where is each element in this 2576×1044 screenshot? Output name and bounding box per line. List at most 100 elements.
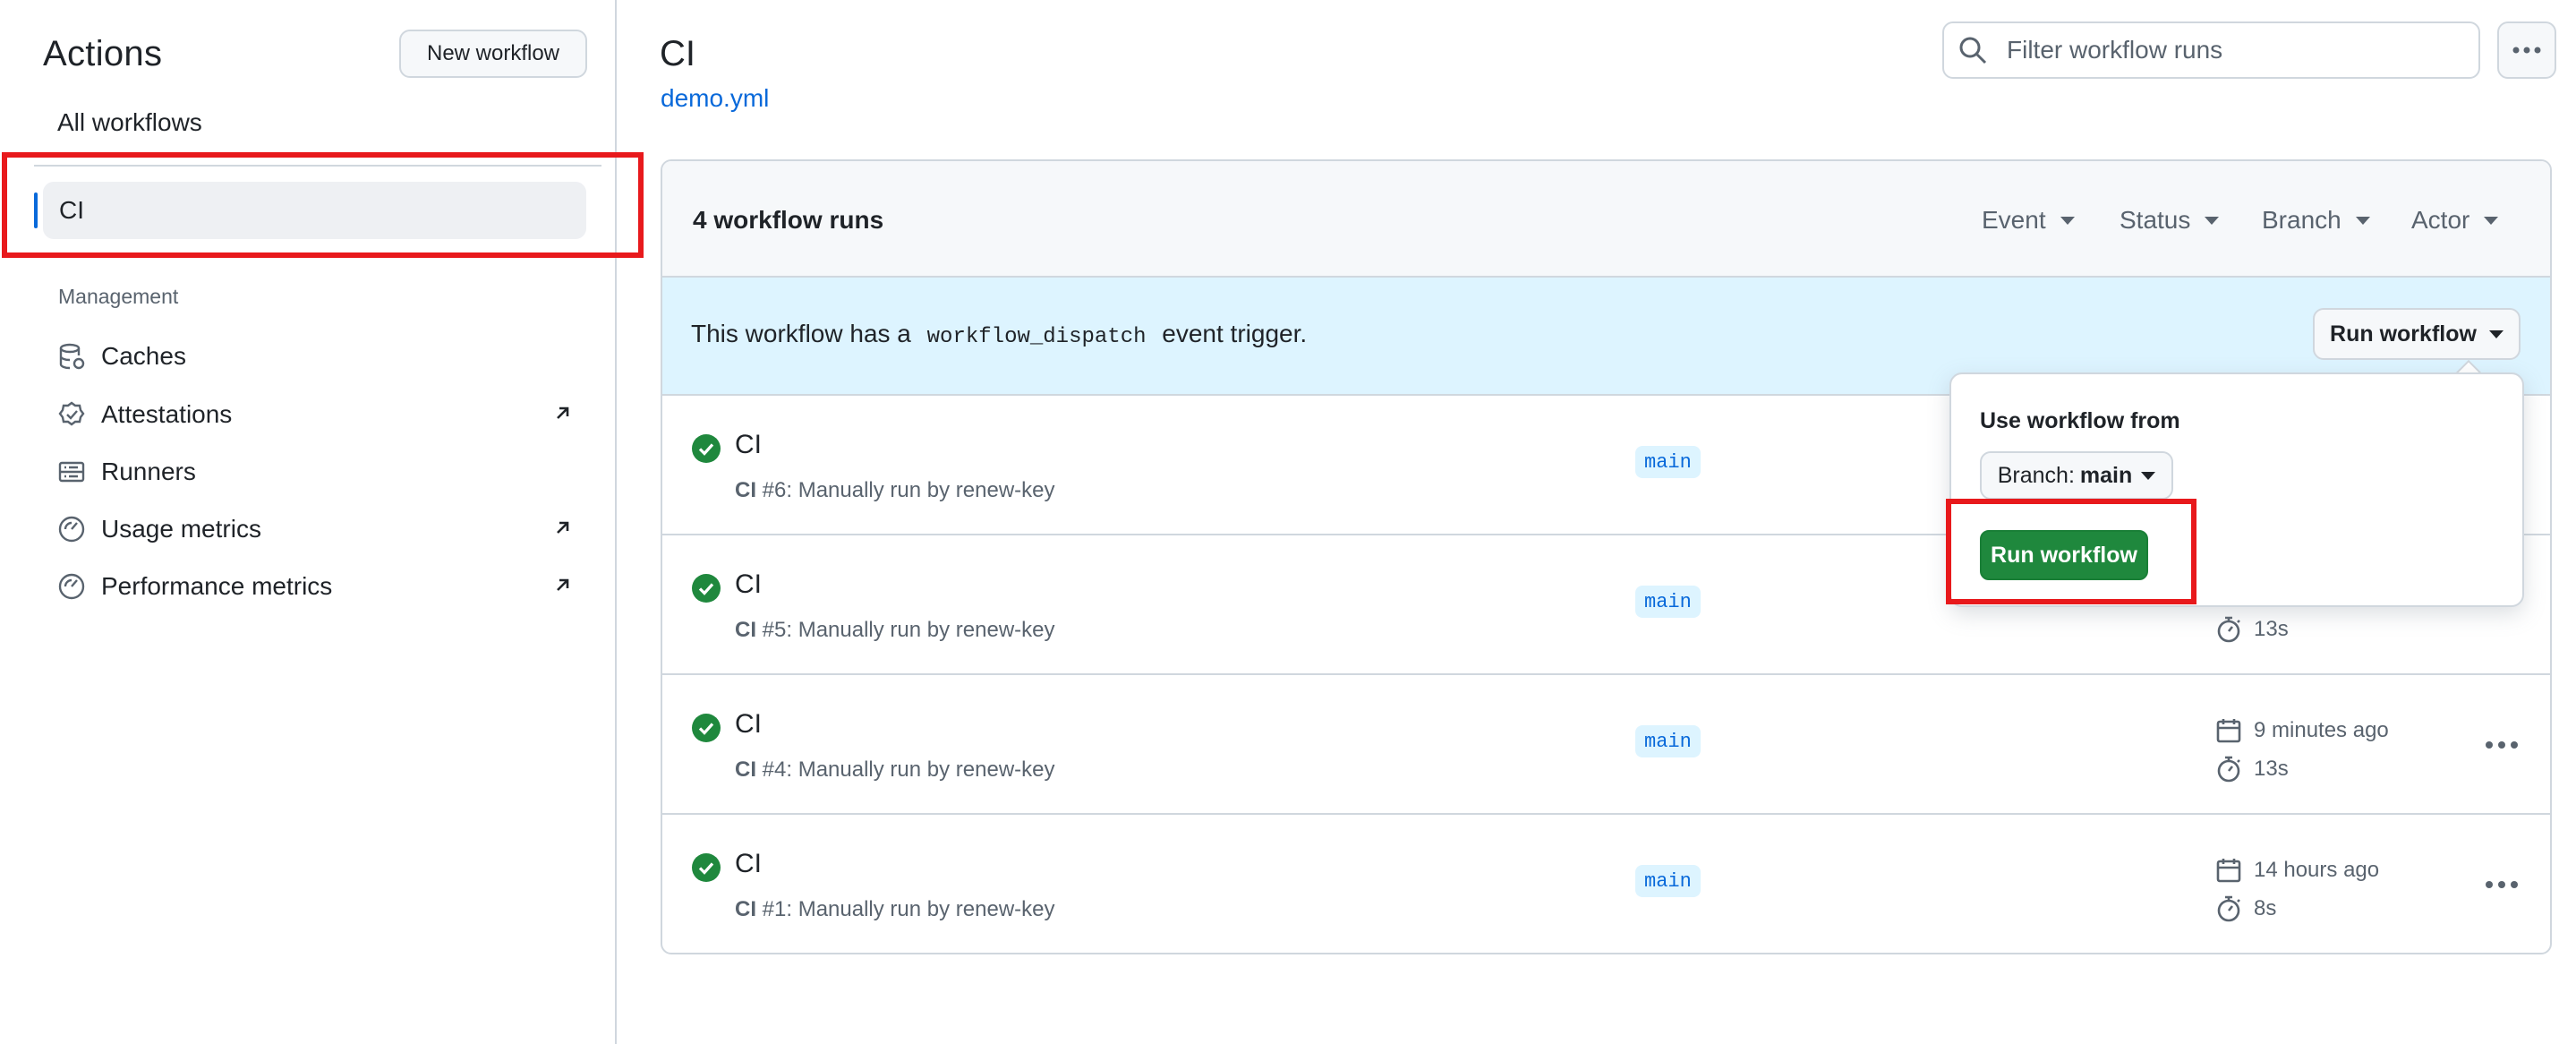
table-row[interactable]: CI CI #4: Manually run by renew-key main… — [662, 675, 2550, 815]
caret-down-icon — [2484, 216, 2499, 225]
run-subtitle: CI #6: Manually run by renew-key — [735, 478, 1055, 503]
run-workflow-name: CI — [735, 478, 756, 502]
caret-down-icon — [2060, 216, 2075, 225]
run-workflow-dropdown-button[interactable]: Run workflow — [2313, 308, 2521, 360]
sidebar-title: Actions — [43, 34, 163, 73]
kebab-horizontal-icon — [2512, 47, 2541, 54]
run-duration: 13s — [2214, 615, 2289, 644]
runs-header: 4 workflow runs Event Status Branch Acto… — [662, 161, 2550, 278]
sidebar-item-label: CI — [59, 196, 84, 224]
duration-text: 8s — [2254, 896, 2277, 920]
run-title[interactable]: CI — [735, 849, 762, 879]
check-circle-icon — [692, 853, 721, 882]
run-workflow-name: CI — [735, 618, 756, 642]
run-subtitle: CI #1: Manually run by renew-key — [735, 897, 1055, 922]
sidebar-item-all-workflows[interactable]: All workflows — [57, 108, 202, 137]
sidebar-item-runners[interactable]: Runners — [56, 454, 576, 490]
kebab-horizontal-icon — [2486, 880, 2518, 888]
caret-down-icon — [2205, 216, 2220, 225]
database-icon — [56, 341, 87, 372]
run-detail: #4: Manually run by renew-key — [762, 757, 1055, 782]
run-workflow-name: CI — [735, 757, 756, 782]
sidebar-item-attestations[interactable]: Attestations — [56, 397, 576, 432]
branch-prefix: Branch: — [1997, 462, 2075, 488]
status-filter-dropdown[interactable]: Status — [2120, 206, 2220, 235]
run-workflow-name: CI — [735, 897, 756, 921]
run-workflow-dropdown: Use workflow from Branch: main Run workfl… — [1949, 372, 2524, 607]
verified-icon — [56, 399, 87, 430]
sidebar-item-label: Caches — [101, 342, 186, 370]
runs-count: 4 workflow runs — [693, 206, 884, 234]
selected-indicator — [34, 193, 38, 228]
sidebar-item-label: Usage metrics — [101, 515, 261, 543]
row-options-button[interactable] — [2479, 727, 2524, 763]
search-icon — [1959, 37, 1987, 64]
run-detail: #5: Manually run by renew-key — [762, 618, 1055, 642]
calendar-icon — [2216, 719, 2241, 743]
duration-text: 13s — [2254, 757, 2289, 781]
filter-label: Branch — [2262, 206, 2341, 234]
page-title: CI — [660, 34, 695, 73]
run-duration: 8s — [2214, 894, 2276, 923]
dropdown-title: Use workflow from — [1980, 408, 2180, 433]
run-workflow-label: Run workflow — [2330, 321, 2477, 347]
branch-badge[interactable]: main — [1635, 865, 1701, 897]
run-detail: #6: Manually run by renew-key — [762, 478, 1055, 502]
stopwatch-icon — [2217, 756, 2240, 783]
run-subtitle: CI #4: Manually run by renew-key — [735, 757, 1055, 783]
sidebar-item-label: Attestations — [101, 400, 233, 428]
run-workflow-button[interactable]: Run workflow — [1980, 530, 2148, 580]
sidebar-item-ci[interactable]: CI — [43, 182, 586, 239]
sidebar-item-performance-metrics[interactable]: Performance metrics — [56, 569, 576, 604]
branch-badge[interactable]: main — [1635, 586, 1701, 618]
stopwatch-icon — [2217, 616, 2240, 643]
branch-select-button[interactable]: Branch: main — [1980, 451, 2173, 500]
sidebar-item-label: Performance metrics — [101, 572, 333, 600]
filter-placeholder: Filter workflow runs — [2007, 36, 2223, 64]
workflow-file-link[interactable]: demo.yml — [661, 84, 769, 113]
external-link-icon — [557, 406, 569, 419]
sidebar: Actions New workflow All workflows CI Ma… — [0, 0, 644, 1044]
run-detail: #1: Manually run by renew-key — [762, 897, 1055, 921]
check-circle-icon — [692, 714, 721, 742]
run-duration: 13s — [2214, 755, 2289, 783]
server-icon — [56, 457, 87, 487]
stopwatch-icon — [2217, 895, 2240, 922]
external-link-icon — [557, 578, 569, 591]
run-timestamp: 14 hours ago — [2214, 856, 2379, 885]
caret-down-icon — [2488, 329, 2503, 338]
dispatch-prefix: This workflow has a — [691, 320, 911, 347]
branch-badge[interactable]: main — [1635, 446, 1701, 478]
sidebar-divider — [34, 165, 601, 167]
branch-filter-dropdown[interactable]: Branch — [2262, 206, 2370, 235]
filter-label: Actor — [2411, 206, 2470, 234]
sidebar-item-caches[interactable]: Caches — [56, 338, 576, 374]
time-text: 14 hours ago — [2254, 858, 2380, 882]
event-filter-dropdown[interactable]: Event — [1982, 206, 2075, 235]
new-workflow-button[interactable]: New workflow — [399, 30, 587, 78]
branch-badge[interactable]: main — [1635, 725, 1701, 757]
check-circle-icon — [692, 574, 721, 603]
run-title[interactable]: CI — [735, 430, 762, 460]
caret-down-icon — [2141, 471, 2156, 480]
meter-icon — [56, 514, 87, 544]
management-section-label: Management — [58, 285, 179, 308]
external-link-icon — [557, 521, 569, 534]
branch-value: main — [2079, 462, 2133, 488]
sidebar-item-usage-metrics[interactable]: Usage metrics — [56, 511, 576, 547]
sidebar-item-label: Runners — [101, 458, 196, 485]
meter-icon — [56, 571, 87, 602]
actor-filter-dropdown[interactable]: Actor — [2411, 206, 2499, 235]
dispatch-message: This workflow has a workflow_dispatch ev… — [691, 320, 1307, 349]
filter-workflow-runs-input[interactable]: Filter workflow runs — [1942, 21, 2480, 79]
time-text: 9 minutes ago — [2254, 718, 2389, 742]
run-title[interactable]: CI — [735, 709, 762, 740]
caret-down-icon — [2355, 216, 2370, 225]
more-options-button[interactable] — [2497, 21, 2556, 79]
table-row[interactable]: CI CI #1: Manually run by renew-key main… — [662, 815, 2550, 953]
row-options-button[interactable] — [2479, 867, 2524, 903]
filter-label: Status — [2120, 206, 2191, 234]
duration-text: 13s — [2254, 617, 2289, 641]
kebab-horizontal-icon — [2486, 740, 2518, 749]
run-title[interactable]: CI — [735, 569, 762, 600]
